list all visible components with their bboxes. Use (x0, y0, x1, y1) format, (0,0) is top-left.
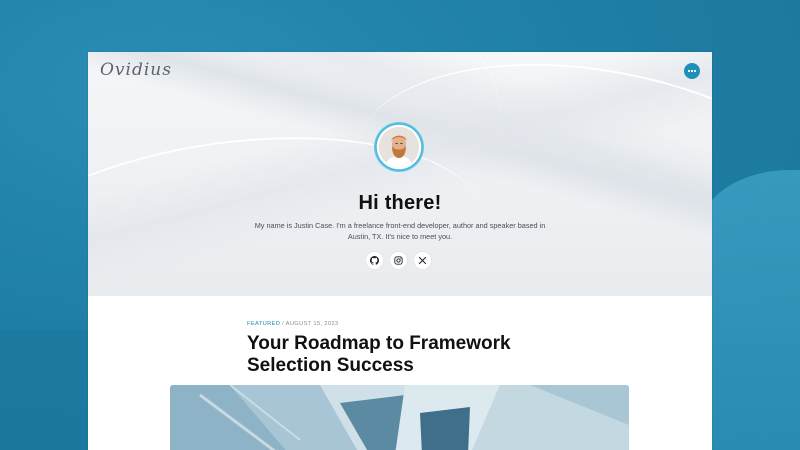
avatar-portrait-icon (379, 127, 419, 167)
more-horizontal-icon (687, 69, 697, 73)
background-shade (0, 330, 90, 450)
background-wave (700, 170, 800, 450)
instagram-link[interactable] (390, 252, 407, 269)
site-logo[interactable]: Ovidius (100, 60, 172, 80)
x-icon (418, 256, 427, 265)
featured-post-image[interactable] (170, 385, 629, 450)
avatar-ring (374, 122, 424, 172)
github-icon (370, 256, 379, 265)
github-link[interactable] (366, 252, 383, 269)
meta-separator: / (282, 321, 285, 327)
menu-button[interactable] (684, 63, 700, 79)
avatar (379, 127, 419, 167)
browser-page: Ovidius Hi there! My name is Justin Case… (88, 52, 712, 450)
x-link[interactable] (414, 252, 431, 269)
hero-section: Ovidius Hi there! My name is Justin Case… (88, 52, 712, 296)
featured-post-title[interactable]: Your Roadmap to Framework Selection Succ… (247, 333, 547, 377)
architecture-image-icon (170, 385, 629, 450)
hero-intro: My name is Justin Case. I'm a freelance … (254, 221, 546, 241)
post-category-link[interactable]: FEATURED (247, 321, 280, 327)
post-date: AUGUST 15, 2023 (285, 321, 339, 327)
hero-heading: Hi there! (358, 192, 442, 214)
instagram-icon (394, 256, 403, 265)
post-meta: FEATURED / AUGUST 15, 2023 (247, 321, 338, 327)
